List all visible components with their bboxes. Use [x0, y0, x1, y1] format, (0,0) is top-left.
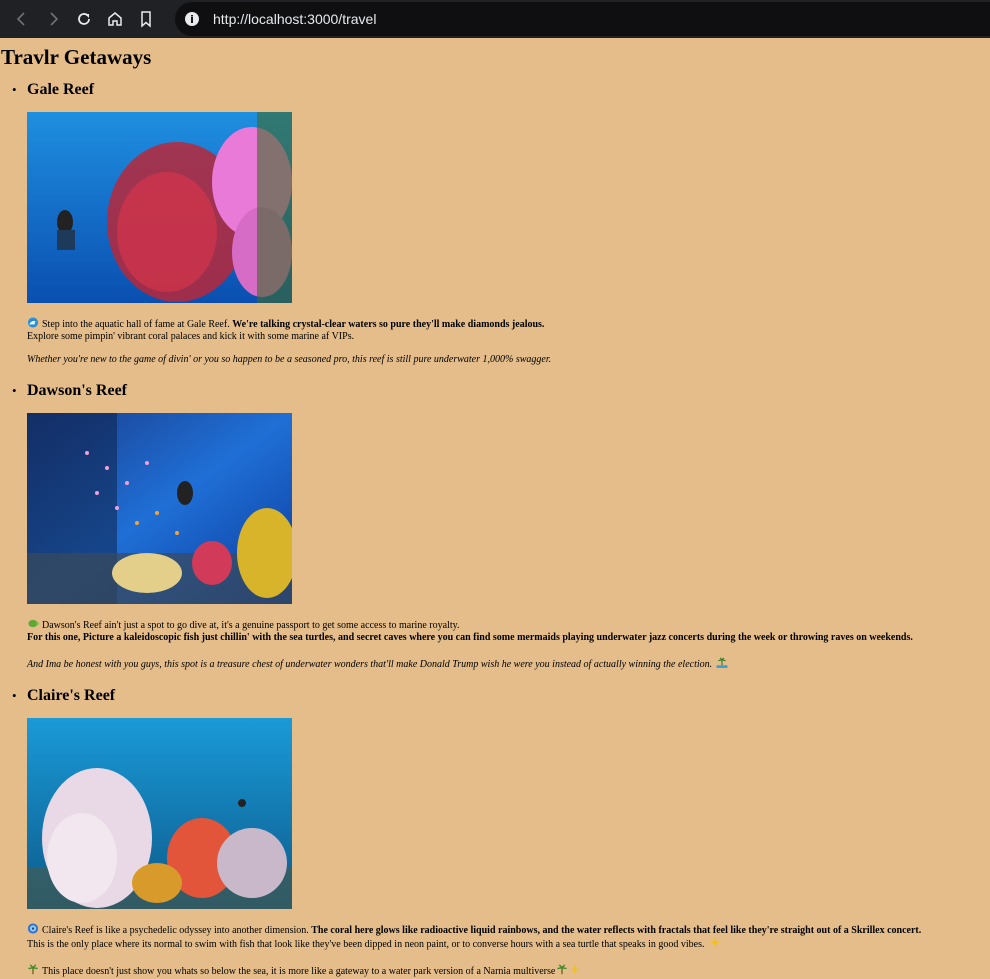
description-text: Claire's Reef is like a psychedelic odys… [42, 925, 312, 936]
list-item: Gale Reef [12, 80, 990, 366]
place-name: Claire's Reef [27, 687, 116, 704]
place-photo [27, 112, 292, 303]
wave-icon [27, 317, 39, 328]
info-icon[interactable]: i [185, 12, 199, 26]
place-description: Dawson's Reef ain't just a spot to go di… [27, 618, 990, 644]
forward-button[interactable] [39, 5, 67, 33]
turtle-icon [28, 619, 39, 628]
footer-text: This place doesn't just show you whats s… [42, 966, 556, 977]
place-tagline: Whether you're new to the game of divin'… [27, 354, 552, 365]
description-text: Dawson's Reef ain't just a spot to go di… [42, 620, 460, 631]
reload-icon [78, 13, 90, 25]
chevron-left-icon [16, 12, 25, 26]
description-highlight: The coral here glows like radioactive li… [311, 925, 922, 936]
browser-toolbar: i http://localhost:3000/travel [0, 0, 990, 38]
description-text: Step into the aquatic hall of fame at Ga… [42, 319, 233, 330]
palm-icon [557, 964, 568, 975]
disc-icon [27, 923, 39, 934]
sparkles-icon [709, 937, 720, 948]
bookmark-button[interactable] [132, 5, 160, 33]
description-line: Explore some pimpin' vibrant coral palac… [27, 331, 355, 342]
island-icon [716, 657, 728, 668]
place-footer: This place doesn't just show you whats s… [27, 964, 990, 978]
url-text[interactable]: http://localhost:3000/travel [213, 11, 376, 27]
place-name: Dawson's Reef [27, 382, 127, 399]
sparkles-icon [569, 964, 581, 975]
reef-photo-image [27, 413, 292, 604]
palm-icon [28, 964, 38, 975]
reef-photo-image [27, 112, 292, 303]
place-photo [27, 718, 292, 909]
page-title: Travlr Getaways [1, 45, 152, 69]
chevron-right-icon [50, 12, 59, 26]
home-icon [108, 12, 122, 26]
list-item: Dawson's Reef [12, 381, 990, 671]
bookmark-icon [141, 11, 151, 28]
places-list: Gale Reef [1, 80, 990, 978]
description-line: This is the only place where its normal … [27, 939, 705, 950]
address-bar[interactable]: i http://localhost:3000/travel [175, 2, 990, 36]
back-button[interactable] [8, 5, 36, 33]
description-highlight: For this one, Picture a kaleidoscopic fi… [27, 632, 913, 643]
place-tagline: And Ima be honest with you guys, this sp… [27, 657, 990, 671]
tagline-text: And Ima be honest with you guys, this sp… [27, 659, 713, 670]
description-highlight: We're talking crystal-clear waters so pu… [232, 319, 545, 330]
place-photo [27, 413, 292, 604]
page-content: Travlr Getaways Gale Reef [0, 45, 990, 978]
list-item: Claire's Reef [12, 686, 990, 978]
home-button[interactable] [101, 5, 129, 33]
reload-button[interactable] [70, 5, 98, 33]
place-description: Step into the aquatic hall of fame at Ga… [27, 317, 990, 343]
reef-photo-image [27, 718, 292, 909]
place-name: Gale Reef [27, 81, 95, 98]
place-description: Claire's Reef is like a psychedelic odys… [27, 923, 990, 951]
